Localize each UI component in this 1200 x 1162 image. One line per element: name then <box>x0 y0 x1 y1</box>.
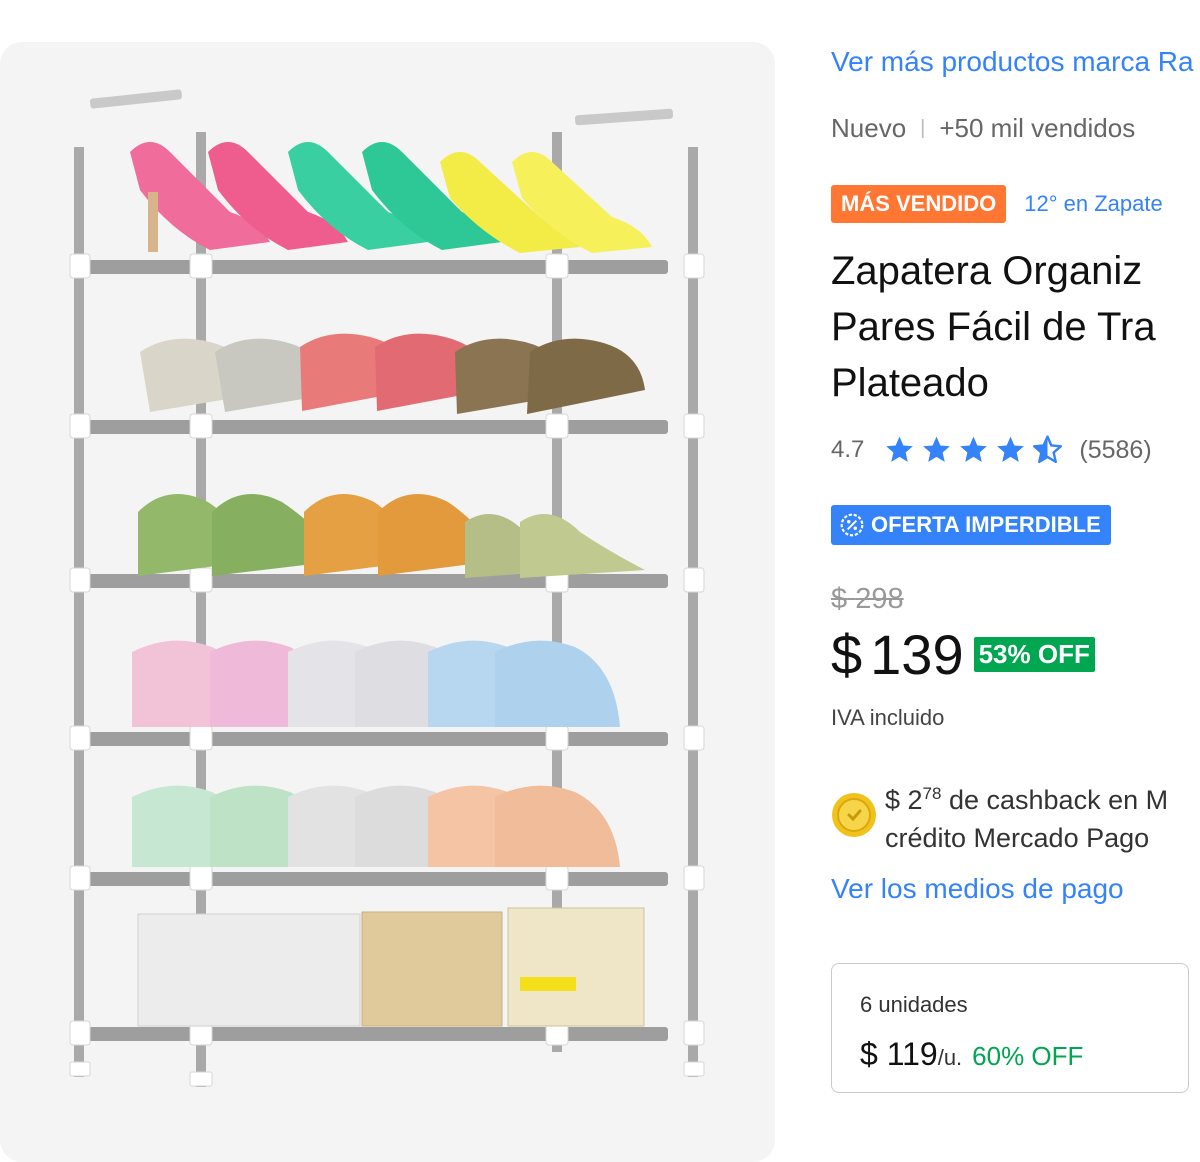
brand-products-link[interactable]: Ver más productos marca Ra <box>831 46 1194 78</box>
best-seller-badge: MÁS VENDIDO <box>831 185 1007 223</box>
title-line: Plateado <box>831 361 989 405</box>
bulk-currency: $ <box>860 1036 878 1072</box>
bulk-price-amount: 119 <box>886 1036 938 1072</box>
rating-summary[interactable]: 4.7 (5586) <box>831 430 1152 470</box>
deal-icon <box>840 513 864 537</box>
payment-methods-link[interactable]: Ver los medios de pago <box>831 873 1124 905</box>
half-star-icon <box>1033 435 1063 464</box>
price-amount: 139 <box>870 623 964 686</box>
sold-count: +50 mil vendidos <box>939 113 1136 143</box>
meta-separator: | <box>920 117 926 139</box>
title-line: Zapatera Organiz <box>831 249 1143 293</box>
condition-label: Nuevo <box>831 113 907 143</box>
star-icon <box>997 436 1025 462</box>
review-count: (5586) <box>1079 435 1152 464</box>
bulk-offer-card[interactable]: 6 unidades $ 119/u. 60% OFF <box>831 963 1189 1093</box>
cashback-info: $ 278 de cashback en M crédito Mercado P… <box>831 775 1168 857</box>
product-image <box>69 89 705 1087</box>
rating-score: 4.7 <box>831 436 865 463</box>
original-price: $ 298 <box>831 583 904 616</box>
old-price-value: 298 <box>855 583 904 615</box>
cashback-text: de cashback en M <box>941 785 1169 815</box>
current-price: $ 139 53% OFF <box>831 622 1095 687</box>
bulk-units: 6 unidades <box>860 992 968 1017</box>
cashback-line-2: crédito Mercado Pago <box>885 823 1150 853</box>
badge-row: MÁS VENDIDO 12° en Zapate <box>831 185 1163 223</box>
product-meta: Nuevo | +50 mil vendidos <box>831 113 1135 144</box>
cashback-line-1: $ 278 de cashback en M <box>885 775 1168 819</box>
category-ranking-link[interactable]: 12° en Zapate <box>1024 191 1162 217</box>
star-icon <box>960 436 988 462</box>
tax-note: IVA incluido <box>831 705 945 730</box>
bulk-per-unit: /u. <box>937 1045 963 1070</box>
star-icon <box>886 436 914 462</box>
product-info-panel: Ver más productos marca Ra Nuevo | +50 mil… <box>831 0 1200 1133</box>
cashback-cents: 78 <box>922 784 942 803</box>
deal-badge: OFERTA IMPERDIBLE <box>831 505 1111 545</box>
price-currency: $ <box>831 623 863 686</box>
discount-badge: 53% OFF <box>973 637 1095 672</box>
product-title: Zapatera Organiz Pares Fácil de Tra Plat… <box>831 243 1200 411</box>
old-price-currency: $ <box>831 583 848 615</box>
star-icon <box>923 436 951 462</box>
bulk-price: $ 119/u. 60% OFF <box>860 1036 1083 1073</box>
deal-label: OFERTA IMPERDIBLE <box>871 512 1101 537</box>
bulk-discount: 60% OFF <box>972 1041 1084 1071</box>
title-line: Pares Fácil de Tra <box>831 305 1156 349</box>
product-image-gallery[interactable] <box>0 42 775 1162</box>
cashback-amount: $ 2 <box>885 785 923 815</box>
coin-icon <box>832 793 876 837</box>
rating-stars <box>882 434 1065 466</box>
